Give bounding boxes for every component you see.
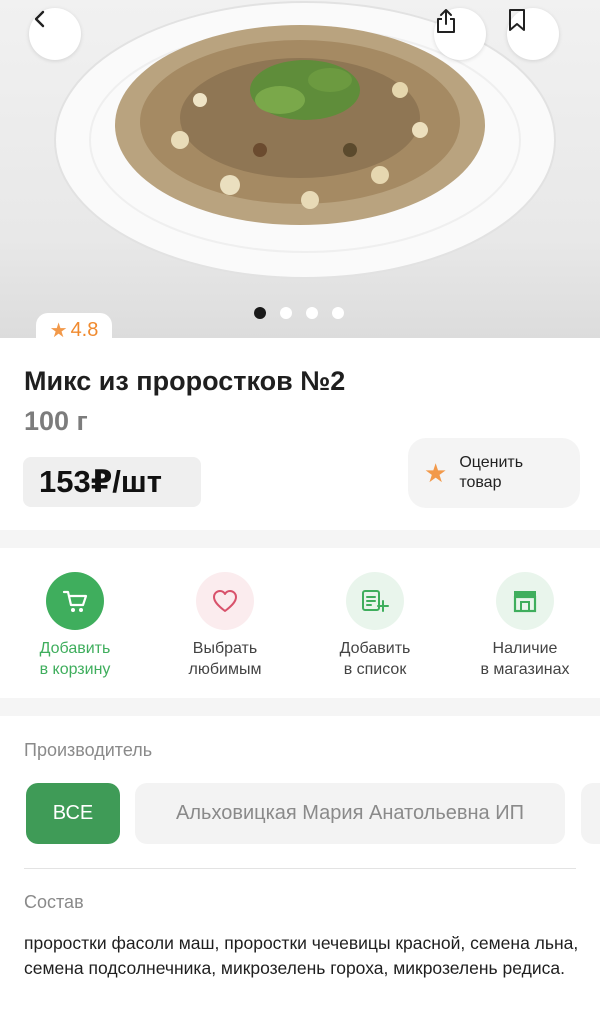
action-label: Наличие в магазинах [480, 640, 570, 678]
add-to-cart-button[interactable]: Добавить в корзину [0, 548, 150, 698]
manufacturer-filter-chip[interactable]: Альховицкая Мария Анатольевна ИП [135, 783, 565, 844]
gallery-dot[interactable] [332, 307, 344, 319]
divider [24, 868, 576, 869]
bookmark-icon [509, 9, 525, 31]
rating-badge: ★ 4.8 [36, 313, 112, 347]
chevron-left-icon [34, 10, 45, 28]
rate-product-label: Оценить товар [459, 454, 524, 491]
manufacturer-heading: Производитель [24, 740, 153, 760]
add-to-list-button[interactable]: Добавить в список [300, 548, 450, 698]
manufacturer-filter-all[interactable]: ВСЕ [26, 783, 120, 844]
list-add-icon [346, 572, 404, 630]
action-label: Добавить в корзину [39, 640, 111, 678]
action-label: Выбрать любимым [188, 640, 262, 678]
action-label: Добавить в список [339, 640, 411, 678]
rating-value: 4.8 [70, 318, 99, 341]
share-button[interactable] [434, 8, 486, 60]
composition-heading: Состав [24, 892, 84, 912]
product-price: 153₽/шт [23, 457, 201, 507]
section-divider [0, 530, 600, 548]
store-availability-button[interactable]: Наличие в магазинах [450, 548, 600, 698]
product-weight: 100 г [24, 406, 88, 436]
add-to-favorites-button[interactable]: Выбрать любимым [150, 548, 300, 698]
gallery-dot[interactable] [280, 307, 292, 319]
bookmark-button[interactable] [507, 8, 559, 60]
gallery-pagination [254, 307, 344, 319]
product-photo [54, 1, 556, 279]
heart-icon [196, 572, 254, 630]
composition-text: проростки фасоли маш, проростки чечевицы… [24, 933, 579, 978]
gallery-dot[interactable] [254, 307, 266, 319]
rate-product-button[interactable]: ★ Оценить товар [408, 438, 580, 508]
star-icon: ★ [424, 457, 448, 488]
gallery-dot[interactable] [306, 307, 318, 319]
section-divider [0, 698, 600, 716]
product-image-gallery[interactable] [0, 0, 600, 340]
share-icon [437, 9, 455, 33]
cart-icon [46, 572, 104, 630]
product-title: Микс из проростков №2 [24, 366, 346, 396]
manufacturer-filter-chip-next[interactable] [581, 783, 600, 844]
product-actions: Добавить в корзину Выбрать любимым Добав… [0, 548, 600, 698]
store-icon [496, 572, 554, 630]
star-icon: ★ [49, 319, 68, 342]
back-button[interactable] [29, 8, 81, 60]
